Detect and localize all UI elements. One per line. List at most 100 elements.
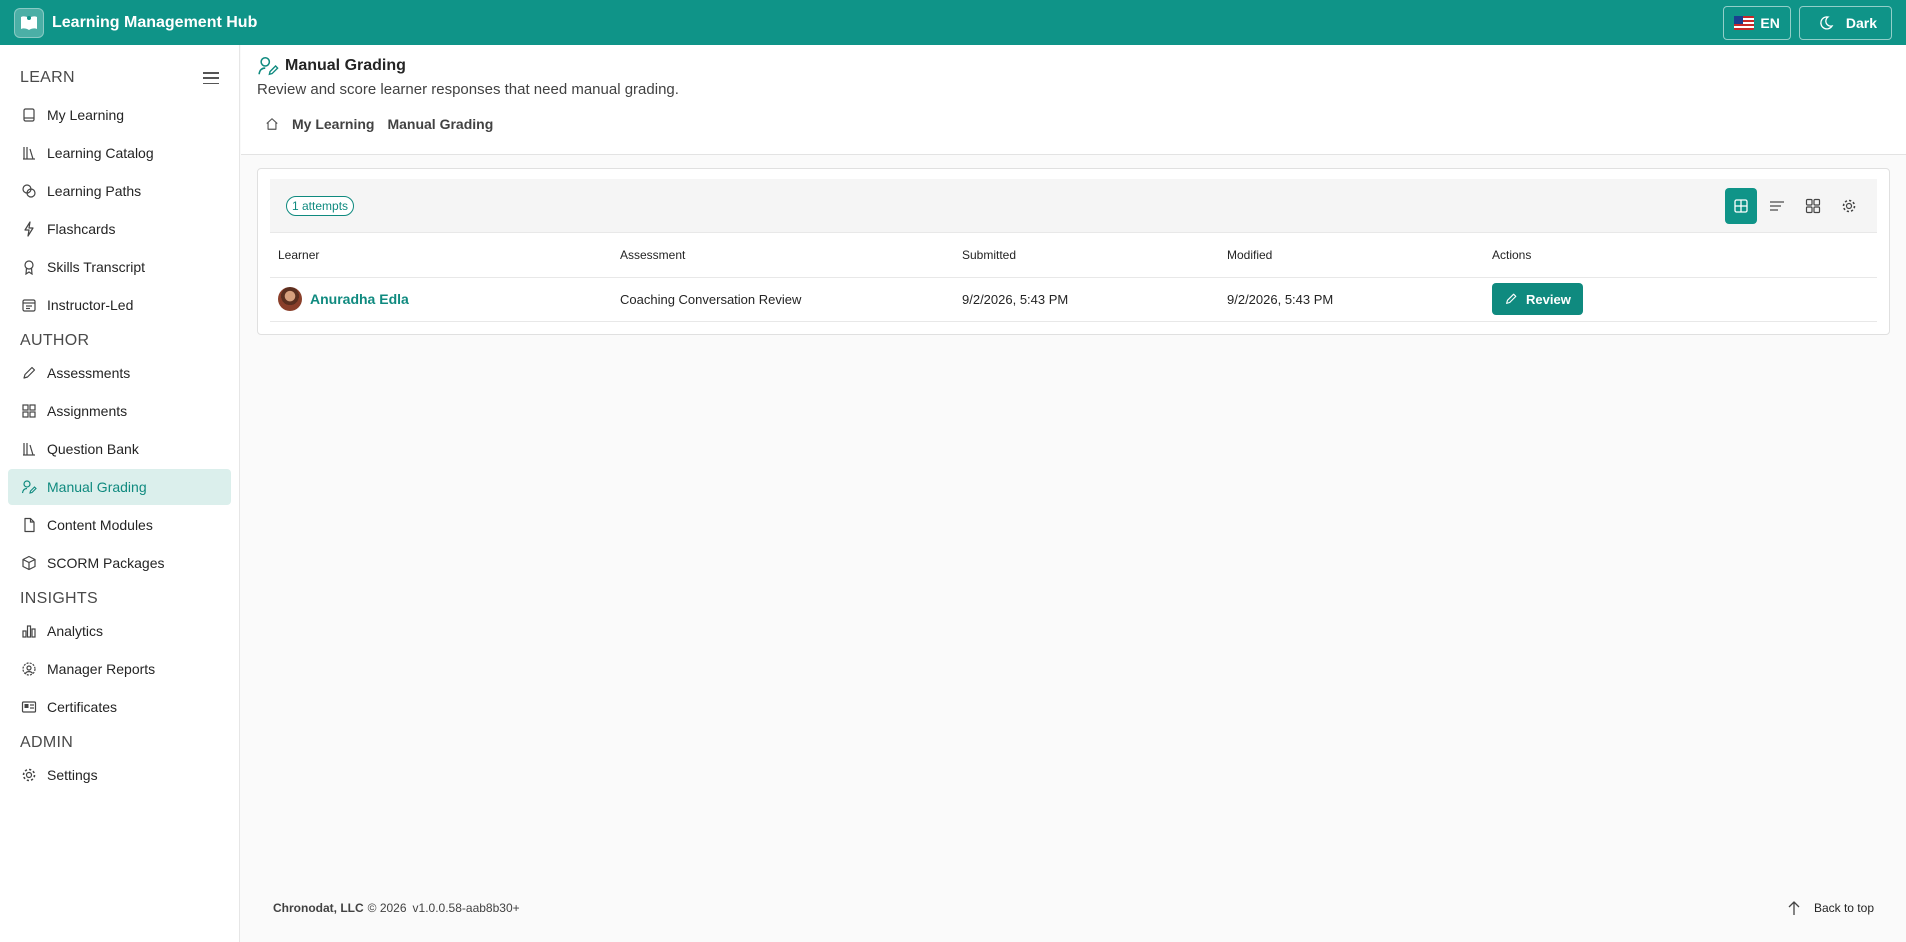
footer-version: v1.0.0.58-aab8b30+ — [412, 901, 520, 915]
gear-icon — [22, 768, 36, 782]
sidebar-item-manual-grading[interactable]: Manual Grading — [8, 469, 231, 505]
section-author: AUTHOR — [0, 327, 239, 355]
grading-grid-card: 1 attempts Learner Assessment Submitted … — [257, 168, 1890, 335]
grid-icon — [22, 404, 36, 418]
actions-cell: Review — [1484, 277, 1877, 322]
sidebar-item-my-learning[interactable]: My Learning — [8, 97, 231, 133]
pencil-icon — [23, 366, 36, 379]
sidebar-item-scorm-packages[interactable]: SCORM Packages — [8, 545, 231, 581]
path-icon — [22, 184, 36, 198]
flash-icon — [24, 221, 34, 237]
page-header: Manual Grading Review and score learner … — [241, 45, 1906, 155]
sidebar-item-content-modules[interactable]: Content Modules — [8, 507, 231, 543]
grading-icon — [258, 56, 279, 76]
column-header-submitted[interactable]: Submitted — [954, 233, 1219, 278]
column-header-learner[interactable]: Learner — [270, 233, 612, 278]
top-bar: Learning Management Hub EN Dark — [0, 0, 1906, 45]
footer: Chronodat, LLC © 2026 v1.0.0.58-aab8b30+… — [241, 893, 1906, 923]
sidebar-item-label: Question Bank — [47, 441, 139, 457]
sidebar-item-label: Manual Grading — [47, 479, 147, 495]
sidebar-item-flashcards[interactable]: Flashcards — [8, 211, 231, 247]
sidebar-item-label: Skills Transcript — [47, 259, 146, 275]
sidebar-item-skills-transcript[interactable]: Skills Transcript — [8, 249, 231, 285]
card-view-icon — [1805, 198, 1821, 213]
bar-chart-icon — [22, 625, 36, 638]
sidebar-item-assignments[interactable]: Assignments — [8, 393, 231, 429]
sidebar-item-label: Analytics — [47, 623, 104, 639]
breadcrumb-manual-grading: Manual Grading — [387, 116, 494, 132]
library-icon — [23, 443, 35, 456]
language-button[interactable]: EN — [1723, 5, 1791, 40]
sidebar-item-label: Certificates — [47, 699, 118, 715]
list-view-icon — [1770, 200, 1784, 211]
sidebar-item-analytics[interactable]: Analytics — [8, 613, 231, 649]
avatar — [278, 287, 302, 311]
table-row: Anuradha Edla Coaching Conversation Revi… — [270, 277, 1877, 322]
sidebar-item-label: Settings — [47, 767, 98, 783]
submitted-cell: 9/2/2026, 5:43 PM — [954, 277, 1219, 322]
sidebar-item-label: Manager Reports — [47, 661, 156, 677]
section-title: INSIGHTS — [20, 590, 98, 607]
theme-toggle-button[interactable]: Dark — [1798, 5, 1892, 40]
sidebar-item-settings[interactable]: Settings — [8, 757, 231, 793]
section-title: AUTHOR — [20, 332, 90, 349]
sidebar-item-question-bank[interactable]: Question Bank — [8, 431, 231, 467]
certificate-icon — [21, 701, 37, 713]
sidebar-item-learning-paths[interactable]: Learning Paths — [8, 173, 231, 209]
learner-link[interactable]: Anuradha Edla — [310, 291, 409, 307]
sidebar-item-label: Assignments — [47, 403, 128, 419]
sidebar-item-assessments[interactable]: Assessments — [8, 355, 231, 391]
sidebar-item-label: Learning Paths — [47, 183, 142, 199]
attempts-badge: 1 attempts — [286, 195, 355, 216]
sidebar: LEARN My Learning Learning Catalog Learn… — [0, 45, 240, 942]
card-view-button[interactable] — [1797, 188, 1829, 224]
breadcrumb: My Learning Manual Grading — [257, 116, 1890, 132]
app-logo-icon[interactable] — [14, 7, 44, 38]
hamburger-menu-icon[interactable] — [203, 72, 219, 84]
sidebar-item-instructor-led[interactable]: Instructor-Led — [8, 287, 231, 323]
grid-settings-button[interactable] — [1833, 188, 1865, 224]
us-flag-icon — [1734, 15, 1755, 30]
sidebar-item-certificates[interactable]: Certificates — [8, 689, 231, 725]
section-insights: INSIGHTS — [0, 585, 239, 613]
back-to-top-button[interactable]: Back to top — [1786, 900, 1874, 916]
sidebar-item-label: Learning Catalog — [47, 145, 154, 161]
column-header-assessment[interactable]: Assessment — [612, 233, 954, 278]
section-title: LEARN — [20, 69, 75, 86]
sidebar-item-label: SCORM Packages — [47, 555, 165, 571]
calendar-icon — [22, 299, 36, 312]
gear-icon — [1842, 199, 1856, 212]
column-header-modified[interactable]: Modified — [1219, 233, 1484, 278]
people-icon — [22, 662, 36, 676]
section-admin: ADMIN — [0, 729, 239, 757]
sidebar-item-learning-catalog[interactable]: Learning Catalog — [8, 135, 231, 171]
sidebar-item-label: Instructor-Led — [47, 297, 134, 313]
package-icon — [22, 555, 36, 571]
assessment-cell: Coaching Conversation Review — [612, 277, 954, 322]
sidebar-item-manager-reports[interactable]: Manager Reports — [8, 651, 231, 687]
book-icon — [23, 108, 35, 122]
review-button[interactable]: Review — [1492, 283, 1583, 315]
sidebar-item-label: Assessments — [47, 365, 131, 381]
breadcrumb-my-learning[interactable]: My Learning — [292, 116, 374, 132]
column-header-actions: Actions — [1484, 233, 1877, 278]
language-label: EN — [1760, 14, 1780, 31]
sidebar-item-label: Content Modules — [47, 517, 153, 533]
back-to-top-label: Back to top — [1813, 901, 1874, 915]
arrow-up-icon — [1788, 901, 1800, 915]
grading-icon — [21, 480, 37, 494]
document-icon — [24, 517, 35, 533]
section-title: ADMIN — [20, 734, 74, 751]
table-view-icon — [1734, 198, 1748, 213]
theme-label: Dark — [1845, 14, 1877, 31]
ribbon-icon — [24, 260, 34, 275]
home-icon[interactable] — [265, 117, 279, 131]
table-header-row: Learner Assessment Submitted Modified Ac… — [270, 233, 1877, 278]
table-view-button[interactable] — [1725, 187, 1757, 224]
grading-table: Learner Assessment Submitted Modified Ac… — [270, 233, 1877, 322]
grid-toolbar: 1 attempts — [270, 179, 1877, 233]
library-icon — [23, 147, 35, 160]
modified-cell: 9/2/2026, 5:43 PM — [1219, 277, 1484, 322]
list-view-button[interactable] — [1761, 188, 1793, 224]
section-learn: LEARN — [0, 59, 239, 97]
